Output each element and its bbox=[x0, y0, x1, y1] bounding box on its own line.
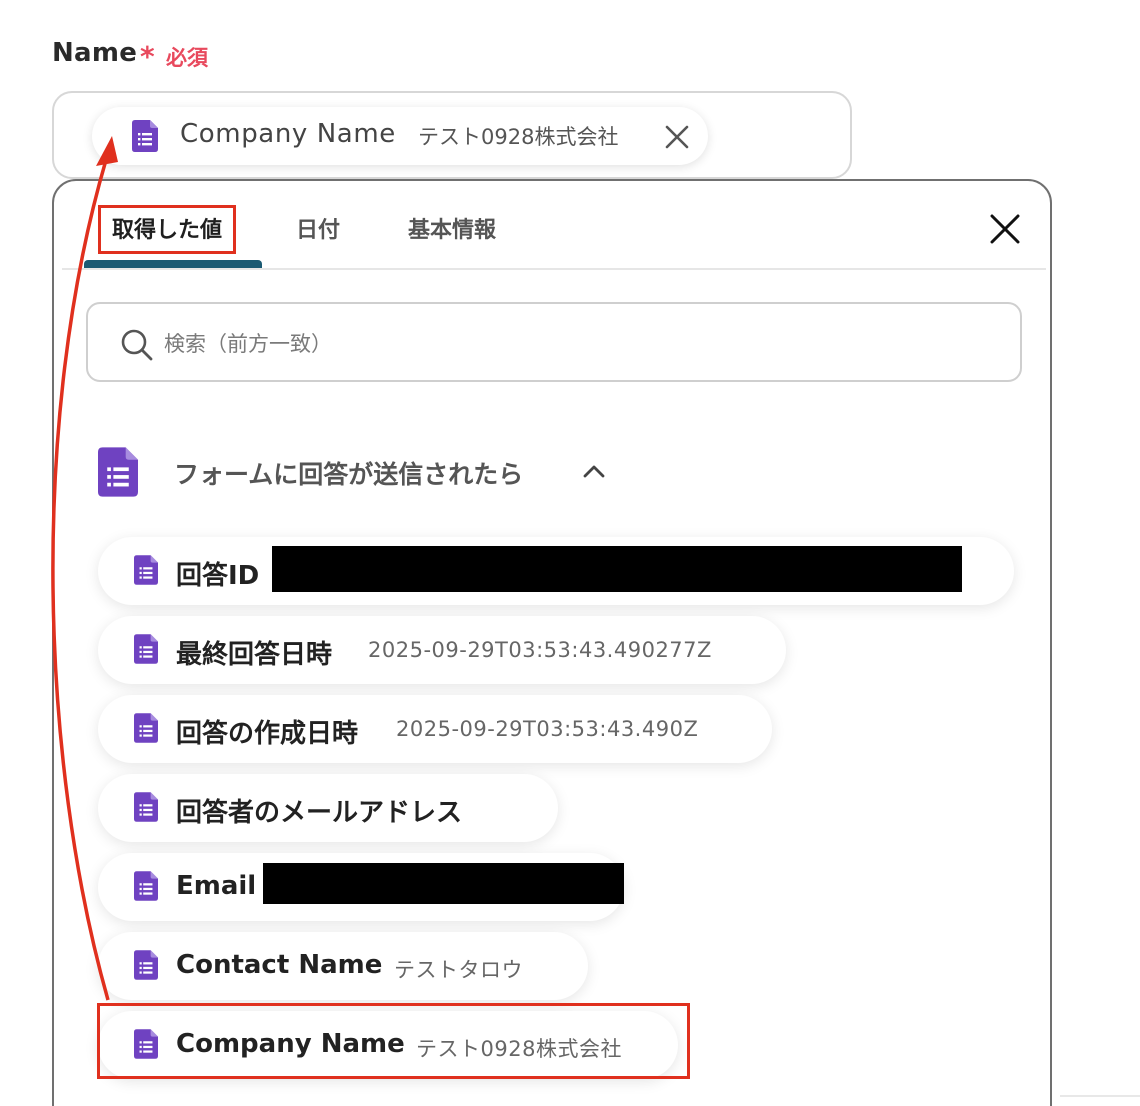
list-item-response-created-time[interactable]: 回答の作成日時 2025-09-29T03:53:43.490Z bbox=[98, 695, 772, 763]
google-forms-icon bbox=[134, 634, 158, 668]
tab-basic-info[interactable]: 基本情報 bbox=[408, 212, 496, 244]
close-icon[interactable] bbox=[662, 122, 692, 152]
google-forms-icon bbox=[132, 120, 158, 156]
item-label: 回答ID bbox=[176, 561, 260, 591]
tabbar-divider bbox=[62, 268, 1046, 270]
item-value: テストタロウ bbox=[394, 958, 523, 982]
list-item-respondent-email[interactable]: 回答者のメールアドレス bbox=[98, 774, 558, 842]
redaction-block bbox=[263, 863, 624, 904]
active-tab-indicator bbox=[84, 260, 262, 268]
item-value: 2025-09-29T03:53:43.490277Z bbox=[368, 638, 712, 662]
close-icon[interactable] bbox=[986, 210, 1024, 248]
field-label: Name bbox=[52, 38, 138, 68]
search-icon bbox=[120, 328, 154, 366]
selected-value-chip[interactable]: Company Name テスト0928株式会社 bbox=[92, 107, 708, 165]
group-title[interactable]: フォームに回答が送信されたら bbox=[174, 455, 523, 491]
item-annotation-box bbox=[97, 1003, 690, 1079]
list-item-response-id[interactable]: 回答ID bbox=[98, 537, 1014, 605]
divider bbox=[1060, 1095, 1140, 1097]
item-label: Email bbox=[176, 871, 257, 901]
chip-value: テスト0928株式会社 bbox=[418, 125, 619, 149]
item-label: Contact Name bbox=[176, 950, 383, 980]
list-item-email[interactable]: Email bbox=[98, 853, 624, 921]
redaction-block bbox=[272, 546, 962, 592]
required-star: * bbox=[140, 40, 155, 73]
tab-annotation-box bbox=[98, 205, 236, 254]
google-forms-icon bbox=[134, 871, 158, 905]
item-label: 回答者のメールアドレス bbox=[176, 798, 463, 828]
google-forms-icon bbox=[134, 713, 158, 747]
chevron-up-icon[interactable] bbox=[582, 463, 606, 483]
required-text: 必須 bbox=[166, 46, 208, 70]
item-label: 回答の作成日時 bbox=[176, 719, 359, 749]
google-forms-icon bbox=[98, 447, 138, 501]
item-value: 2025-09-29T03:53:43.490Z bbox=[396, 717, 699, 741]
list-item-last-response-time[interactable]: 最終回答日時 2025-09-29T03:53:43.490277Z bbox=[98, 616, 786, 684]
tab-date[interactable]: 日付 bbox=[296, 212, 340, 244]
google-forms-icon bbox=[134, 555, 158, 589]
chip-label: Company Name bbox=[180, 119, 396, 149]
search-input[interactable]: 検索（前方一致） bbox=[86, 302, 1022, 382]
google-forms-icon bbox=[134, 950, 158, 984]
item-label: 最終回答日時 bbox=[176, 640, 333, 670]
list-item-contact-name[interactable]: Contact Name テストタロウ bbox=[98, 932, 588, 1000]
google-forms-icon bbox=[134, 792, 158, 826]
search-placeholder: 検索（前方一致） bbox=[164, 332, 332, 356]
